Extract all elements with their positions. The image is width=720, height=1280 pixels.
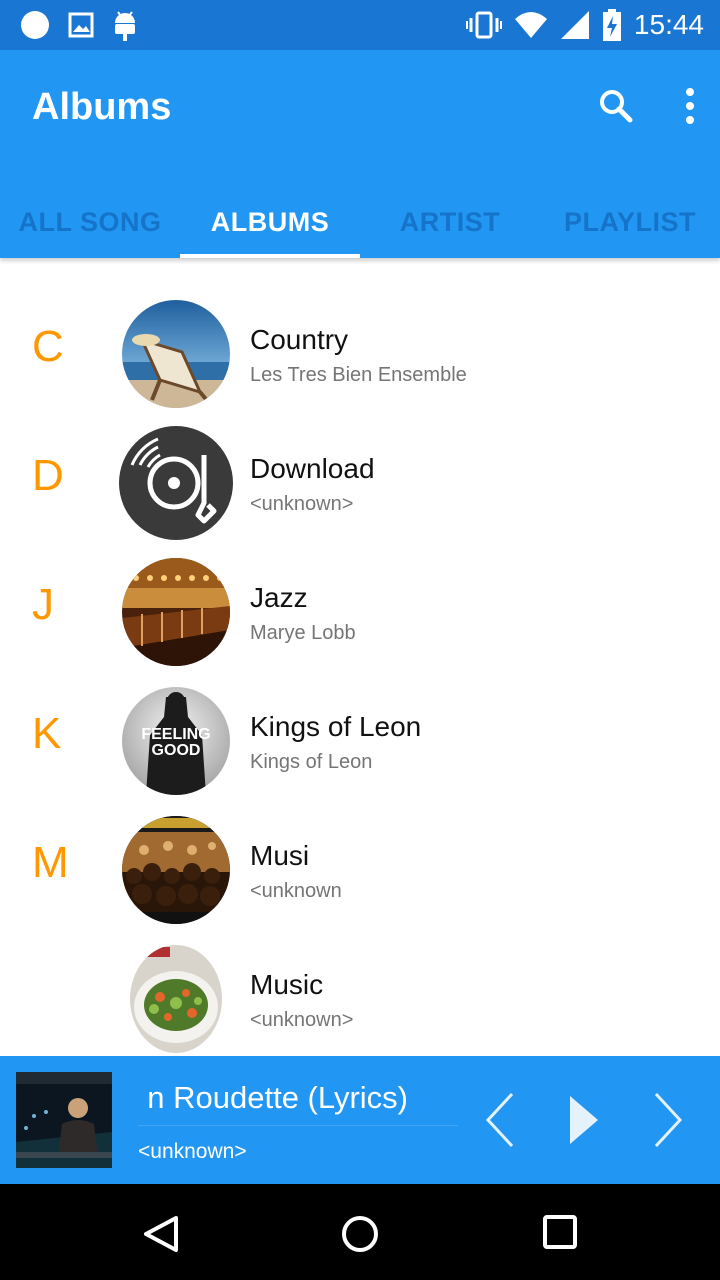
- list-item[interactable]: M Musi <unknown: [0, 804, 720, 933]
- list-item[interactable]: K FEELING GOOD Kings of Leon Kings of Le…: [0, 675, 720, 804]
- cell-signal-icon: [560, 11, 589, 39]
- wifi-icon: [514, 12, 547, 38]
- album-artist: <unknown>: [250, 1009, 354, 1031]
- album-art-vinyl-icon: [118, 425, 234, 541]
- album-artist: Les Tres Bien Ensemble: [250, 364, 467, 386]
- search-icon[interactable]: [596, 86, 636, 126]
- play-icon[interactable]: [568, 1094, 600, 1146]
- previous-icon[interactable]: [484, 1092, 516, 1148]
- album-title: Country: [250, 324, 349, 355]
- now-playing-bar[interactable]: n Roudette (Lyrics) <unknown>: [0, 1056, 720, 1184]
- svg-text:GOOD: GOOD: [152, 742, 201, 759]
- album-title: Kings of Leon: [250, 711, 422, 742]
- now-playing-title: n Roudette (Lyrics): [147, 1080, 408, 1115]
- now-playing-thumbnail[interactable]: [16, 1072, 112, 1168]
- home-icon[interactable]: [340, 1214, 380, 1254]
- circle-notification-icon: [21, 11, 49, 39]
- section-letter: M: [32, 838, 69, 887]
- album-title: Music: [250, 969, 324, 1000]
- section-letter: J: [32, 580, 54, 629]
- album-art-bar-interior: [122, 558, 230, 666]
- album-art-concert-crowd: [122, 816, 230, 924]
- list-item[interactable]: Music <unknown>: [0, 933, 720, 1056]
- tab-playlist[interactable]: PLAYLIST: [540, 186, 720, 258]
- album-art-salad: [130, 945, 222, 1053]
- tab-bar: ALL SONG ALBUMS ARTIST PLAYLIST: [0, 186, 720, 258]
- album-title: Musi: [250, 840, 310, 871]
- section-letter: C: [32, 322, 64, 371]
- section-letter: D: [32, 451, 64, 500]
- album-art-feeling-good: FEELING GOOD: [122, 687, 230, 795]
- album-title: Download: [250, 453, 375, 484]
- list-item[interactable]: D Download <unknown>: [0, 417, 720, 546]
- back-icon[interactable]: [140, 1214, 180, 1254]
- status-clock: 15:44: [633, 9, 704, 40]
- system-nav-bar: [0, 1184, 720, 1280]
- album-list: C Country Les Tres Bien Ensemble D Downl…: [0, 258, 720, 1056]
- album-artist: <unknown: [250, 880, 342, 902]
- now-playing-title-marquee: n Roudette (Lyrics): [138, 1076, 458, 1126]
- tab-all-song[interactable]: ALL SONG: [0, 186, 180, 258]
- album-title: Jazz: [250, 582, 308, 613]
- now-playing-artist: <unknown>: [138, 1140, 247, 1163]
- list-item[interactable]: C Country Les Tres Bien Ensemble: [0, 288, 720, 417]
- tab-artist[interactable]: ARTIST: [360, 186, 540, 258]
- section-letter: K: [32, 709, 62, 758]
- more-vert-icon[interactable]: [684, 86, 696, 126]
- app-bar: Albums ALL SONG ALBUMS ARTIST PLAYLIST: [0, 50, 720, 258]
- page-title: Albums: [32, 86, 172, 128]
- album-artist: Marye Lobb: [250, 622, 356, 644]
- tab-albums[interactable]: ALBUMS: [180, 186, 360, 258]
- vibrate-icon: [465, 11, 502, 39]
- album-artist: Kings of Leon: [250, 751, 373, 773]
- android-icon: [115, 11, 135, 41]
- list-item[interactable]: J Jazz Marye Lobb: [0, 546, 720, 675]
- album-art-beach-chair: [122, 300, 230, 408]
- battery-charging-icon: [602, 9, 621, 41]
- recents-icon[interactable]: [542, 1214, 578, 1250]
- album-artist: <unknown>: [250, 493, 354, 515]
- status-bar: 15:44: [0, 0, 720, 50]
- svg-text:FEELING: FEELING: [141, 726, 210, 743]
- image-icon: [68, 12, 94, 38]
- next-icon[interactable]: [652, 1092, 684, 1148]
